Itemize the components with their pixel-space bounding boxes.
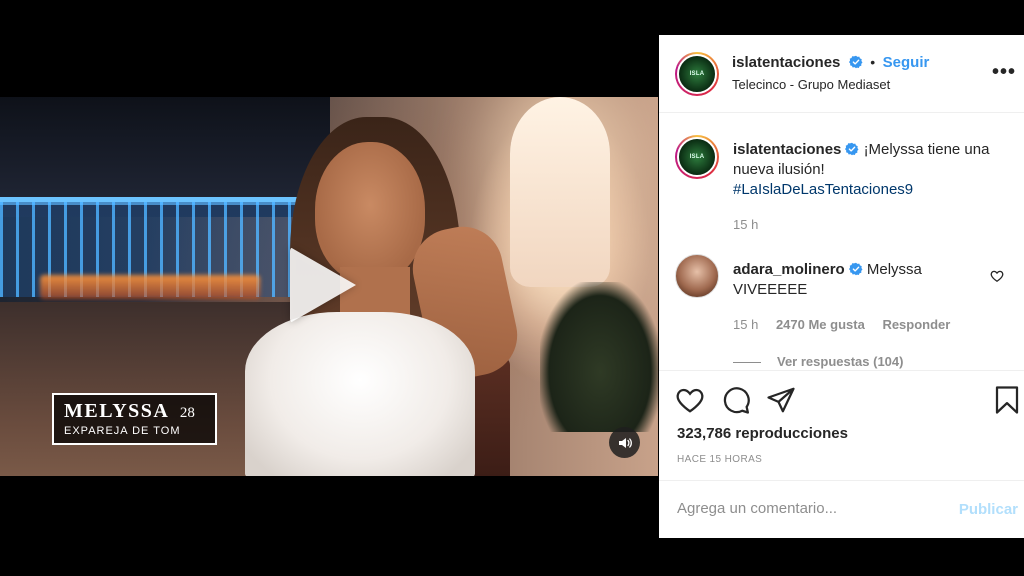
verified-badge-icon <box>848 262 863 276</box>
comment-meta: 15 h 2470 Me gusta Responder <box>733 317 964 332</box>
account-avatar[interactable]: ISLA <box>675 52 719 96</box>
video-person-dress <box>245 312 475 476</box>
caption: islatentaciones ¡Melyssa tiene una nueva… <box>733 140 1003 200</box>
comment-like-heart-icon[interactable] <box>990 269 1004 283</box>
play-icon[interactable] <box>290 247 356 323</box>
comment-username[interactable]: adara_molinero <box>733 261 845 278</box>
post-header: ISLA islatentaciones • Seguir Telecinco … <box>659 35 1024 113</box>
more-options-icon[interactable]: ••• <box>992 61 1016 84</box>
video-plant <box>540 282 658 432</box>
comment-bubble-icon[interactable] <box>721 385 751 415</box>
save-bookmark-icon[interactable] <box>992 385 1022 415</box>
caption-hashtag[interactable]: #LaIslaDeLasTentaciones9 <box>733 181 913 198</box>
name-tag-name: MELYSSA <box>64 400 170 422</box>
verified-badge-icon <box>848 55 863 69</box>
caption-avatar[interactable]: ISLA <box>675 135 719 179</box>
name-tag-age: 28 <box>179 405 195 421</box>
post-actions: 323,786 reproducciones HACE 15 HORAS <box>659 370 1024 480</box>
comment-box: Publicar <box>659 480 1024 538</box>
video-player[interactable]: MELYSSA 28 EXPAREJA DE TOM <box>0 97 658 476</box>
comment-input[interactable] <box>677 500 937 517</box>
post-panel: ISLA islatentaciones • Seguir Telecinco … <box>659 35 1024 538</box>
follow-button[interactable]: Seguir <box>883 54 930 71</box>
caption-time[interactable]: 15 h <box>733 217 758 232</box>
view-replies-label: Ver respuestas (104) <box>777 354 904 369</box>
replies-divider <box>733 362 761 364</box>
caption-username[interactable]: islatentaciones <box>733 141 841 158</box>
comments-section[interactable]: ISLA islatentaciones ¡Melyssa tiene una … <box>659 114 1024 370</box>
header-separator: • <box>870 54 876 70</box>
comment-time[interactable]: 15 h <box>733 317 758 332</box>
sound-button[interactable] <box>609 427 640 458</box>
publish-button[interactable]: Publicar <box>959 501 1018 518</box>
header-subtitle[interactable]: Telecinco - Grupo Mediaset <box>732 77 890 92</box>
video-lamp <box>510 97 610 287</box>
view-replies-button[interactable]: Ver respuestas (104) <box>733 354 903 369</box>
account-logo-icon: ISLA <box>689 71 705 77</box>
comment-avatar[interactable] <box>675 254 719 298</box>
post-time[interactable]: HACE 15 HORAS <box>677 454 762 465</box>
name-tag: MELYSSA 28 EXPAREJA DE TOM <box>52 393 217 445</box>
speaker-icon <box>618 437 632 448</box>
verified-badge-icon <box>845 142 859 156</box>
like-heart-icon[interactable] <box>675 385 705 415</box>
video-fire-light <box>40 275 260 299</box>
comment: adara_molinero Melyssa VIVEEEEE <box>733 260 973 300</box>
comment-likes[interactable]: 2470 Me gusta <box>776 317 865 332</box>
header-account-line: islatentaciones • Seguir <box>732 54 929 72</box>
reply-button[interactable]: Responder <box>882 317 950 332</box>
name-tag-subtitle: EXPAREJA DE TOM <box>64 425 181 437</box>
caption-logo-icon: ISLA <box>689 154 705 160</box>
views-count[interactable]: 323,786 reproducciones <box>677 425 848 442</box>
share-send-icon[interactable] <box>766 385 796 415</box>
header-username[interactable]: islatentaciones <box>732 54 840 71</box>
